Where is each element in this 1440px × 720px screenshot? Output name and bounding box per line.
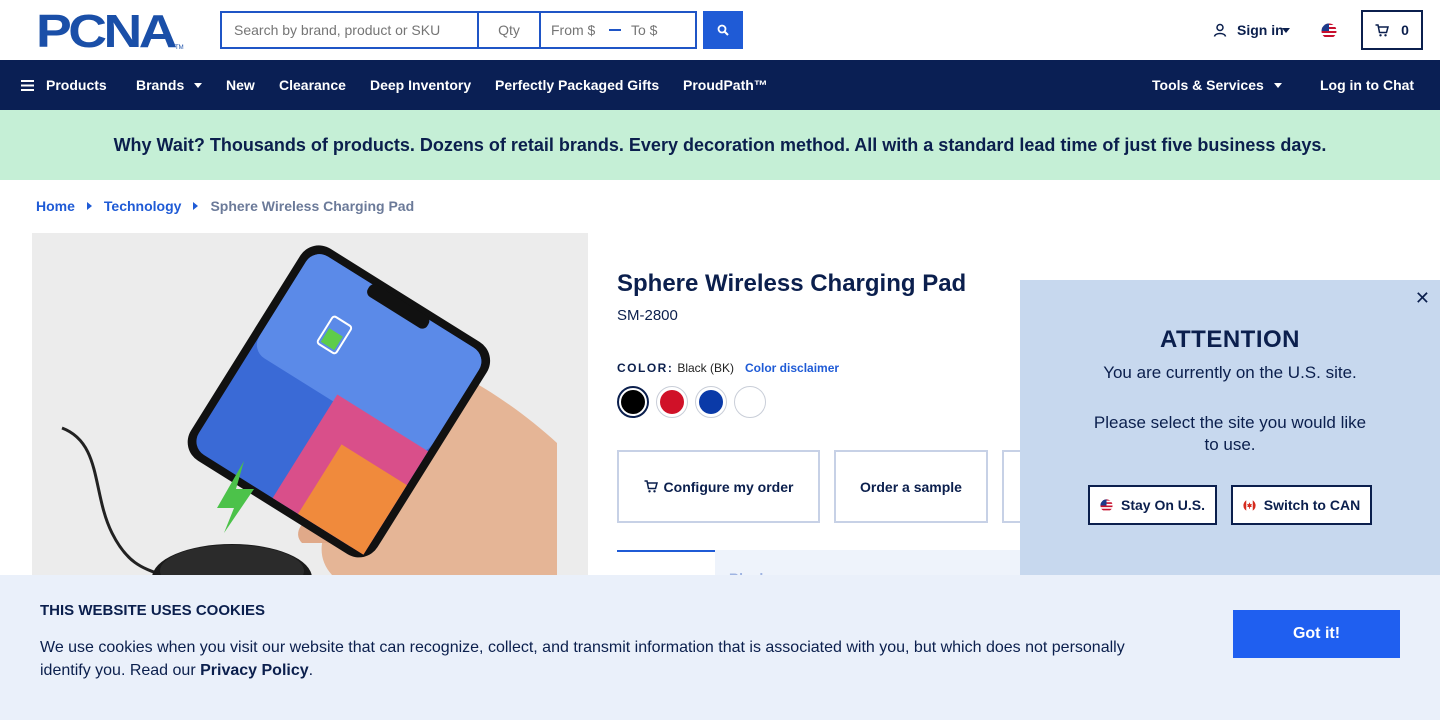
sign-in-button[interactable]: Sign in [1213,22,1290,38]
us-flag-icon [1100,498,1113,512]
nav-deep-inventory-label: Deep Inventory [370,77,472,93]
cart-button[interactable]: 0 [1361,10,1423,50]
swatch-white[interactable] [734,386,766,418]
logo-wordmark: PCNA [36,11,176,51]
nav-new[interactable]: New [226,60,255,110]
swatch-color [621,390,645,414]
breadcrumb: Home Technology Sphere Wireless Charging… [36,198,414,214]
search-button[interactable] [703,11,743,49]
search-input[interactable] [222,13,479,47]
chevron-down-icon [1273,82,1282,88]
nav-products-label: Products [46,77,107,93]
close-icon[interactable]: ✕ [1415,288,1430,309]
price-from-input[interactable] [551,22,605,38]
chevron-down-icon [194,82,203,88]
popup-prompt: Please select the site you would like to… [1093,413,1367,454]
swatch-color [738,390,762,414]
cart-icon [1375,23,1390,36]
nav-gifts-label: Perfectly Packaged Gifts [495,77,660,93]
breadcrumb-technology[interactable]: Technology [104,198,182,214]
stay-us-button[interactable]: Stay On U.S. [1088,485,1217,525]
swatch-royal-blue[interactable] [695,386,727,418]
us-flag-icon[interactable] [1321,23,1337,44]
swatch-red[interactable] [656,386,688,418]
nav-proudpath-label: ProudPath™ [683,77,768,93]
nav-proudpath[interactable]: ProudPath™ [683,60,768,110]
price-range [541,13,695,47]
switch-can-label: Switch to CAN [1263,497,1361,513]
nav-brands-label: Brands [136,77,185,93]
popup-heading: ATTENTION [1159,326,1301,353]
charging-pad-photo [61,245,557,575]
product-sku: SM-2800 [617,307,678,324]
qty-input[interactable] [479,13,541,47]
swatch-color [660,390,684,414]
promo-banner: Why Wait? Thousands of products. Dozens … [0,110,1440,180]
popup-message: You are currently on the U.S. site. [1103,363,1357,382]
nav-brands[interactable]: Brands [136,60,203,110]
chevron-right-icon [193,202,199,210]
chevron-right-icon [86,202,92,210]
configure-order-label: Configure my order [663,478,794,495]
main-nav: Products Brands New Clearance Deep Inven… [0,60,1440,110]
nav-chat-label: Log in to Chat [1320,77,1415,93]
cookie-banner: THIS WEBSITE USES COOKIES We use cookies… [0,575,1440,720]
order-sample-label: Order a sample [860,478,962,495]
user-icon [1213,23,1227,37]
canada-flag-icon [1243,498,1256,512]
color-label: COLOR: [617,361,674,375]
price-to-input[interactable] [631,22,685,38]
breadcrumb-current: Sphere Wireless Charging Pad [210,198,415,214]
nav-products[interactable]: Products [21,60,107,110]
nav-clearance-label: Clearance [279,77,346,93]
breadcrumb-home[interactable]: Home [36,198,75,214]
product-title: Sphere Wireless Charging Pad [617,270,967,297]
range-dash [609,29,621,31]
privacy-policy-link[interactable]: Privacy Policy [200,662,309,679]
nav-tools-label: Tools & Services [1152,77,1264,93]
product-image[interactable] [32,233,588,575]
svg-text:TM: TM [175,45,184,51]
cookie-title: THIS WEBSITE USES COOKIES [40,602,266,619]
menu-icon [21,79,34,91]
color-disclaimer-link[interactable]: Color disclaimer [745,361,839,375]
cart-count: 0 [1401,22,1409,38]
pcna-logo[interactable]: PCNA TM [36,5,184,57]
cookie-end: . [308,662,314,679]
chevron-down-icon [1281,27,1290,33]
cart-icon [644,480,658,493]
swatch-color [699,390,723,414]
nav-tools-services[interactable]: Tools & Services [1152,60,1282,110]
search-icon [717,24,729,36]
sign-in-label: Sign in [1237,22,1284,38]
nav-clearance[interactable]: Clearance [279,60,346,110]
nav-new-label: New [226,77,255,93]
search-bar [220,11,697,49]
nav-log-in-to-chat[interactable]: Log in to Chat [1320,60,1414,110]
switch-can-button[interactable]: Switch to CAN [1231,485,1372,525]
order-sample-button[interactable]: Order a sample [834,450,988,523]
nav-perfectly-packaged-gifts[interactable]: Perfectly Packaged Gifts [495,60,659,110]
color-info: COLOR: Black (BK) Color disclaimer [617,361,839,375]
top-bar: PCNA TM Sign in [0,0,1440,60]
nav-deep-inventory[interactable]: Deep Inventory [370,60,471,110]
stay-us-label: Stay On U.S. [1120,497,1206,513]
got-it-button[interactable]: Got it! [1233,610,1400,658]
configure-order-button[interactable]: Configure my order [617,450,820,523]
swatch-black[interactable] [617,386,649,418]
cookie-text: We use cookies when you visit our websit… [40,636,1150,682]
promo-text: Why Wait? Thousands of products. Dozens … [113,134,1327,155]
color-value: Black (BK) [677,361,735,375]
site-select-popup: ✕ ATTENTION You are currently on the U.S… [1020,280,1440,576]
